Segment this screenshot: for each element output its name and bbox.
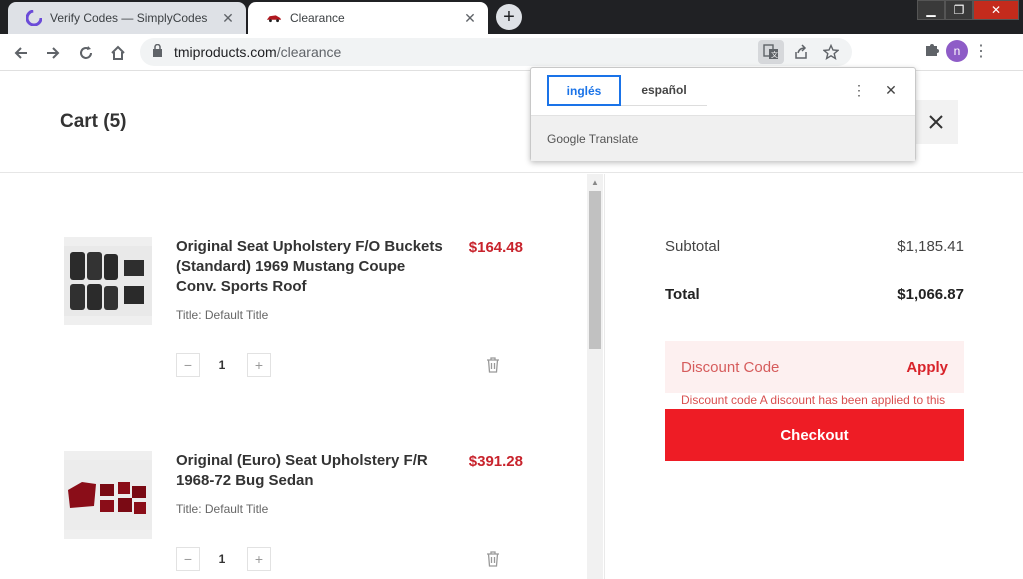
url-domain: tmiproducts.com bbox=[174, 44, 277, 60]
cart-title: Cart (5) bbox=[60, 111, 127, 132]
close-icon bbox=[929, 115, 943, 129]
product-image[interactable] bbox=[64, 237, 152, 325]
cart-scrollbar[interactable]: ▲ bbox=[587, 174, 603, 579]
cart-items-list: Original Seat Upholstery F/O Buckets (St… bbox=[0, 174, 604, 579]
trash-icon[interactable] bbox=[484, 549, 502, 569]
apply-discount-button[interactable]: Apply bbox=[906, 359, 948, 376]
trash-icon[interactable] bbox=[484, 355, 502, 375]
total-label: Total bbox=[665, 286, 700, 303]
translate-footer: Google Translate bbox=[531, 115, 915, 161]
close-cart-button[interactable] bbox=[914, 100, 958, 144]
product-image[interactable] bbox=[64, 451, 152, 539]
translate-popup: inglés español ⋮ ✕ Google Translate bbox=[530, 67, 916, 161]
product-price: $164.48 bbox=[468, 239, 523, 256]
close-window-icon[interactable]: ✕ bbox=[973, 0, 1019, 20]
profile-avatar[interactable]: n bbox=[946, 40, 968, 62]
product-variant: Title: Default Title bbox=[176, 308, 269, 322]
quantity-decrease-button[interactable]: − bbox=[176, 353, 200, 377]
share-icon[interactable] bbox=[788, 40, 814, 64]
subtotal-row: Subtotal $1,185.41 bbox=[665, 238, 964, 255]
google-brand: Google bbox=[547, 131, 586, 146]
product-variant: Title: Default Title bbox=[176, 502, 269, 516]
tab-simplycodes[interactable]: Verify Codes — SimplyCodes ✕ bbox=[8, 2, 246, 34]
lock-icon[interactable] bbox=[152, 43, 166, 60]
tab-clearance[interactable]: Clearance ✕ bbox=[248, 2, 488, 34]
svg-text:文: 文 bbox=[771, 50, 778, 59]
quantity-increase-button[interactable]: + bbox=[247, 547, 271, 571]
discount-code-field[interactable]: Discount Code Apply bbox=[665, 341, 964, 393]
minimize-window-icon[interactable]: ▁ bbox=[917, 0, 945, 20]
reload-icon[interactable] bbox=[73, 40, 99, 66]
scroll-up-arrow-icon[interactable]: ▲ bbox=[587, 174, 603, 190]
tab-title: Clearance bbox=[290, 11, 345, 25]
car-favicon-icon bbox=[266, 10, 282, 26]
bookmark-star-icon[interactable] bbox=[818, 40, 844, 64]
tab-title: Verify Codes — SimplyCodes bbox=[50, 11, 208, 25]
back-icon[interactable] bbox=[8, 40, 34, 66]
translate-target-language-tab[interactable]: español bbox=[621, 75, 707, 106]
translate-options-icon[interactable]: ⋮ bbox=[849, 80, 869, 100]
scrollbar-thumb[interactable] bbox=[589, 191, 601, 349]
close-tab-icon[interactable]: ✕ bbox=[220, 10, 236, 26]
forward-icon[interactable] bbox=[40, 40, 66, 66]
close-tab-icon[interactable]: ✕ bbox=[462, 10, 478, 26]
simplycodes-icon bbox=[26, 10, 42, 26]
home-icon[interactable] bbox=[105, 40, 131, 66]
subtotal-value: $1,185.41 bbox=[897, 238, 964, 255]
quantity-value[interactable]: 1 bbox=[212, 552, 232, 566]
quantity-value[interactable]: 1 bbox=[212, 358, 232, 372]
tab-strip: Verify Codes — SimplyCodes ✕ Clearance ✕… bbox=[0, 0, 1023, 34]
new-tab-button[interactable]: + bbox=[496, 4, 522, 30]
subtotal-label: Subtotal bbox=[665, 238, 721, 255]
restore-window-icon[interactable]: ❐ bbox=[945, 0, 973, 20]
product-price: $391.28 bbox=[468, 453, 523, 470]
product-name[interactable]: Original (Euro) Seat Upholstery F/R 1968… bbox=[176, 451, 446, 491]
address-bar[interactable]: tmiproducts.com/clearance 文 bbox=[140, 38, 852, 66]
translate-close-icon[interactable]: ✕ bbox=[881, 80, 901, 100]
quantity-increase-button[interactable]: + bbox=[247, 353, 271, 377]
total-row: Total $1,066.87 bbox=[665, 286, 964, 303]
discount-code-input[interactable]: Discount Code bbox=[681, 359, 779, 376]
translate-product-label: Translate bbox=[588, 131, 639, 146]
product-name[interactable]: Original Seat Upholstery F/O Buckets (St… bbox=[176, 237, 446, 297]
browser-toolbar: tmiproducts.com/clearance 文 n ⋮ bbox=[0, 34, 1023, 71]
extensions-puzzle-icon[interactable] bbox=[924, 41, 940, 62]
checkout-button[interactable]: Checkout bbox=[665, 409, 964, 461]
quantity-decrease-button[interactable]: − bbox=[176, 547, 200, 571]
translate-icon[interactable]: 文 bbox=[758, 40, 784, 64]
total-value: $1,066.87 bbox=[897, 286, 964, 303]
url-path: /clearance bbox=[276, 44, 342, 60]
browser-menu-icon[interactable]: ⋮ bbox=[973, 41, 989, 61]
translate-source-language-tab[interactable]: inglés bbox=[547, 75, 621, 106]
panel-divider bbox=[604, 174, 605, 579]
